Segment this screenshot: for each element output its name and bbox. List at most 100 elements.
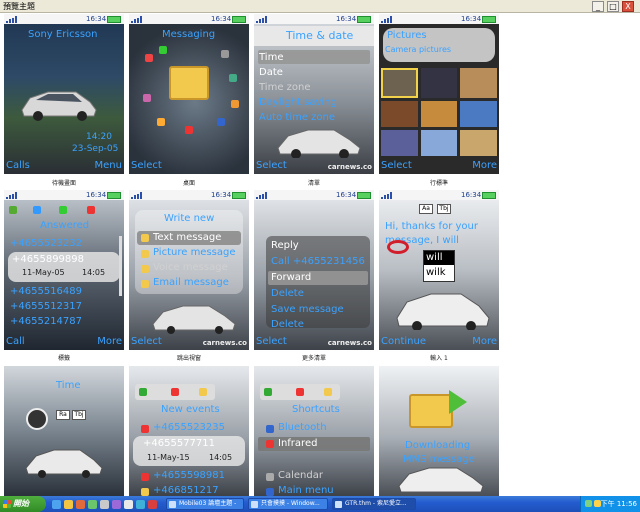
popup-item[interactable]: Voice message <box>153 262 228 273</box>
preview-more-list[interactable]: 16:34 Reply Call +4655231456 Forward Del… <box>254 190 374 350</box>
softkey-right[interactable]: More <box>97 336 122 347</box>
thumbnail[interactable] <box>420 68 458 98</box>
shortcut-item[interactable]: Infrared <box>278 438 317 449</box>
softkey-right[interactable]: More <box>472 336 497 347</box>
menu-item[interactable]: Delete <box>271 319 304 330</box>
system-tray: 下午 11:56 <box>580 496 640 512</box>
event-item[interactable]: +4655598981 <box>153 470 225 481</box>
call-entry[interactable]: +4655214787 <box>10 316 82 327</box>
thumbnail[interactable] <box>381 101 418 127</box>
preview-input[interactable]: 16:34 Aa Tbj Hi, thanks for your message… <box>379 190 499 350</box>
call-entry[interactable]: +4655899898 <box>12 254 84 265</box>
maximize-button[interactable]: □ <box>607 1 619 12</box>
close-button[interactable]: X <box>622 1 634 12</box>
softkey-left[interactable]: Select <box>131 336 162 347</box>
menu-item[interactable]: Call +4655231456 <box>271 256 365 267</box>
thumbnail[interactable] <box>460 101 497 127</box>
quicklaunch-app-icon[interactable] <box>88 500 97 509</box>
tab-answered-icon[interactable] <box>87 206 95 214</box>
popup-item[interactable]: Text message <box>153 232 221 243</box>
language-badge: Tbj <box>72 410 86 420</box>
preview-popup[interactable]: 16:34 Write new Text message Picture mes… <box>129 190 249 350</box>
email-icon <box>141 280 149 288</box>
softkey-right[interactable]: More <box>472 160 497 171</box>
status-bar: 16:34 <box>379 190 499 200</box>
list-item[interactable]: Time zone <box>259 82 311 93</box>
preview-desktop[interactable]: 16:34 Messaging Select <box>129 14 249 174</box>
softkey-left[interactable]: Select <box>256 336 287 347</box>
tray-clock[interactable]: 下午 11:56 <box>601 496 637 512</box>
quicklaunch-media-icon[interactable] <box>76 500 85 509</box>
quicklaunch-app-icon[interactable] <box>148 500 157 509</box>
calendar-icon[interactable] <box>171 388 179 396</box>
menu-item[interactable]: Delete <box>271 288 304 299</box>
thumbnail[interactable] <box>381 130 418 156</box>
thumbnail[interactable] <box>420 101 458 127</box>
status-bar: 16:34 <box>254 190 374 200</box>
start-button[interactable]: 開始 <box>0 496 46 512</box>
thumbnail[interactable] <box>460 130 497 156</box>
alert-icon[interactable] <box>264 388 272 396</box>
quicklaunch-app-icon[interactable] <box>124 500 133 509</box>
softkey-right[interactable]: Menu <box>95 160 122 171</box>
tab-all-icon[interactable] <box>9 206 17 214</box>
preview-shortcuts[interactable]: Shortcuts Bluetooth Infrared Calendar Ma… <box>254 366 374 496</box>
star-icon[interactable] <box>324 388 332 396</box>
menu-item[interactable]: Forward <box>271 272 311 283</box>
call-entry[interactable]: +4655516489 <box>10 286 82 297</box>
status-bar: 16:34 <box>129 190 249 200</box>
preview-new-events[interactable]: New events +4655523235 +4655577711 11-Ma… <box>129 366 249 496</box>
suggestion-item[interactable]: wilk <box>424 266 454 280</box>
menu-item[interactable]: Reply <box>271 240 299 251</box>
softkey-left[interactable]: Select <box>256 160 287 171</box>
event-item[interactable]: +4655523235 <box>153 422 225 433</box>
softkey-left[interactable]: Select <box>381 160 412 171</box>
list-item[interactable]: Daylight saving <box>259 97 337 108</box>
quicklaunch-app-icon[interactable] <box>112 500 121 509</box>
thumbnail[interactable] <box>381 68 418 98</box>
preview-downloading[interactable]: Downloading MMS message <box>379 366 499 496</box>
tab-missed-icon[interactable] <box>33 206 41 214</box>
thumbnail[interactable] <box>420 130 458 156</box>
quicklaunch-folder-icon[interactable] <box>64 500 73 509</box>
task-button[interactable]: 只會摸摸 - Window... <box>248 498 328 510</box>
softkey-left[interactable]: Calls <box>6 160 30 171</box>
event-item[interactable]: +466851217 <box>153 485 219 496</box>
tab-dialled-icon[interactable] <box>59 206 67 214</box>
preview-time[interactable]: Time Ra Tbj <box>4 366 124 496</box>
event-item[interactable]: +4655577711 <box>143 438 215 449</box>
thumbnail[interactable] <box>460 68 497 98</box>
popup-item[interactable]: Picture message <box>153 247 236 258</box>
minimize-button[interactable]: _ <box>592 1 604 12</box>
shortcut-item[interactable]: Calendar <box>278 470 323 481</box>
popup-item[interactable]: Email message <box>153 277 229 288</box>
quicklaunch-app-icon[interactable] <box>136 500 145 509</box>
menu-item[interactable]: Save message <box>271 304 344 315</box>
list-item[interactable]: Time <box>259 52 283 63</box>
suggestion-item[interactable]: will <box>424 251 454 265</box>
input-mode-badge: Ra <box>56 410 70 420</box>
calendar-icon[interactable] <box>296 388 304 396</box>
preview-tabs[interactable]: 16:34 Answered +4655523232 +4655899898 1… <box>4 190 124 350</box>
window-title: 預覽主題 <box>3 2 35 11</box>
softkey-left[interactable]: Select <box>131 160 162 171</box>
task-button[interactable]: GTR.thm - 索尼愛立... <box>332 498 416 510</box>
shortcut-item[interactable]: Main menu <box>278 485 334 496</box>
shortcut-item[interactable]: Bluetooth <box>278 422 327 433</box>
quicklaunch-app-icon[interactable] <box>100 500 109 509</box>
task-button[interactable]: Mobile03 論壇主題 - <box>166 498 244 510</box>
softkey-left[interactable]: Continue <box>381 336 426 347</box>
quicklaunch-ie-icon[interactable] <box>52 500 61 509</box>
preview-standby[interactable]: 16:34 Sony Ericsson 14:20 23-Sep-05 Call… <box>4 14 124 174</box>
scrollbar[interactable] <box>119 236 122 296</box>
softkey-left[interactable]: Call <box>6 336 25 347</box>
list-item[interactable]: Date <box>259 67 283 78</box>
network-icon[interactable] <box>585 500 592 507</box>
preview-list[interactable]: 16:34 Time & date Time Date Time zone Da… <box>254 14 374 174</box>
thumbnail-grid <box>381 68 497 156</box>
alert-icon[interactable] <box>139 388 147 396</box>
star-icon[interactable] <box>199 388 207 396</box>
call-entry[interactable]: +4655512317 <box>10 301 82 312</box>
call-entry[interactable]: +4655523232 <box>10 238 82 249</box>
preview-pictures[interactable]: 16:34 Pictures Camera pictures Select Mo… <box>379 14 499 174</box>
